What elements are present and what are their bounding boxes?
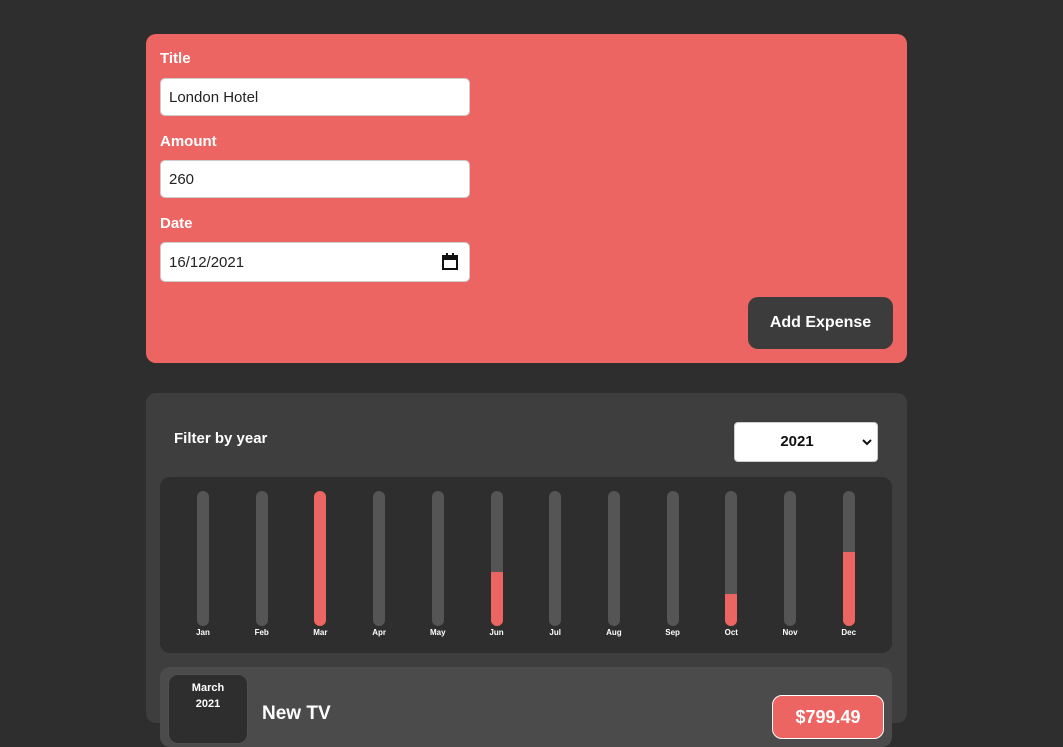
date-input[interactable] [160, 242, 470, 282]
amount-input[interactable] [160, 160, 470, 198]
chart-bar-fill [490, 572, 503, 626]
chart-bar-label: Feb [254, 628, 269, 637]
chart-bar-track [842, 491, 855, 626]
chart-bar-may: May [418, 491, 458, 641]
add-expense-button[interactable]: Add Expense [748, 297, 893, 349]
expense-year: 2021 [195, 698, 221, 710]
chart-bar-label: Dec [841, 628, 857, 637]
chart-bar-track [490, 491, 503, 626]
chart-bar-track [666, 491, 679, 626]
chart-bar-jun: Jun [477, 491, 517, 641]
chart-bar-jul: Jul [535, 491, 575, 641]
chart-bar-dec: Dec [829, 491, 869, 641]
chart-bar-label: Jan [196, 628, 210, 637]
expenses-chart: Jan Feb Mar Apr May Jun Jul Aug Sep Oct Nov Dec [160, 477, 892, 653]
chart-bar-label: Aug [606, 628, 622, 637]
chart-bar-label: Sep [665, 628, 680, 637]
chart-bar-track [725, 491, 738, 626]
title-label: Title [160, 50, 191, 67]
chart-bar-track [373, 491, 386, 626]
chart-bar-track [314, 491, 327, 626]
year-select[interactable]: 2021 [734, 422, 878, 462]
chart-bar-label: Oct [724, 628, 738, 637]
filter-by-year-label: Filter by year [174, 430, 268, 447]
chart-bar-label: Jul [549, 628, 561, 637]
chart-bar-track [607, 491, 620, 626]
chart-bar-track [784, 491, 796, 626]
expense-item: March 2021 New TV $799.49 [160, 667, 892, 747]
chart-bar-track [255, 491, 268, 626]
chart-bar-label: May [430, 628, 446, 637]
new-expense-form: Title Amount Date Add Expense [146, 34, 907, 363]
date-field[interactable] [160, 242, 470, 282]
calendar-icon[interactable] [442, 253, 458, 270]
chart-bar-track [431, 491, 444, 626]
expense-amount: $799.49 [772, 695, 884, 739]
chevron-down-icon [862, 439, 872, 446]
title-input[interactable] [160, 78, 470, 116]
chart-bar-oct: Oct [711, 491, 751, 641]
chart-bar-label: Nov [782, 628, 798, 637]
expense-month: March [191, 682, 225, 694]
year-select-value: 2021 [780, 433, 814, 450]
chart-bar-track [197, 491, 209, 626]
date-label: Date [160, 215, 193, 232]
amount-label: Amount [160, 133, 217, 150]
chart-bar-label: Apr [372, 628, 386, 637]
chart-bar-fill [725, 593, 738, 626]
chart-bar-fill [842, 551, 855, 626]
expenses-panel: Filter by year 2021 Jan Feb Mar Apr May Jun Ju… [146, 393, 907, 747]
chart-bar-nov: Nov [770, 491, 810, 641]
chart-bar-mar: Mar [300, 491, 340, 641]
chart-bar-fill [314, 491, 327, 626]
chart-bar-sep: Sep [653, 491, 693, 641]
chart-bar-label: Mar [313, 628, 328, 637]
chart-bar-jan: Jan [183, 491, 223, 641]
chart-bar-track [549, 491, 562, 626]
expense-date: March 2021 [168, 674, 248, 744]
chart-bar-feb: Feb [242, 491, 282, 641]
chart-bar-label: Jun [489, 628, 504, 637]
chart-bar-aug: Aug [594, 491, 634, 641]
expense-title: New TV [262, 703, 331, 724]
chart-bar-apr: Apr [359, 491, 399, 641]
